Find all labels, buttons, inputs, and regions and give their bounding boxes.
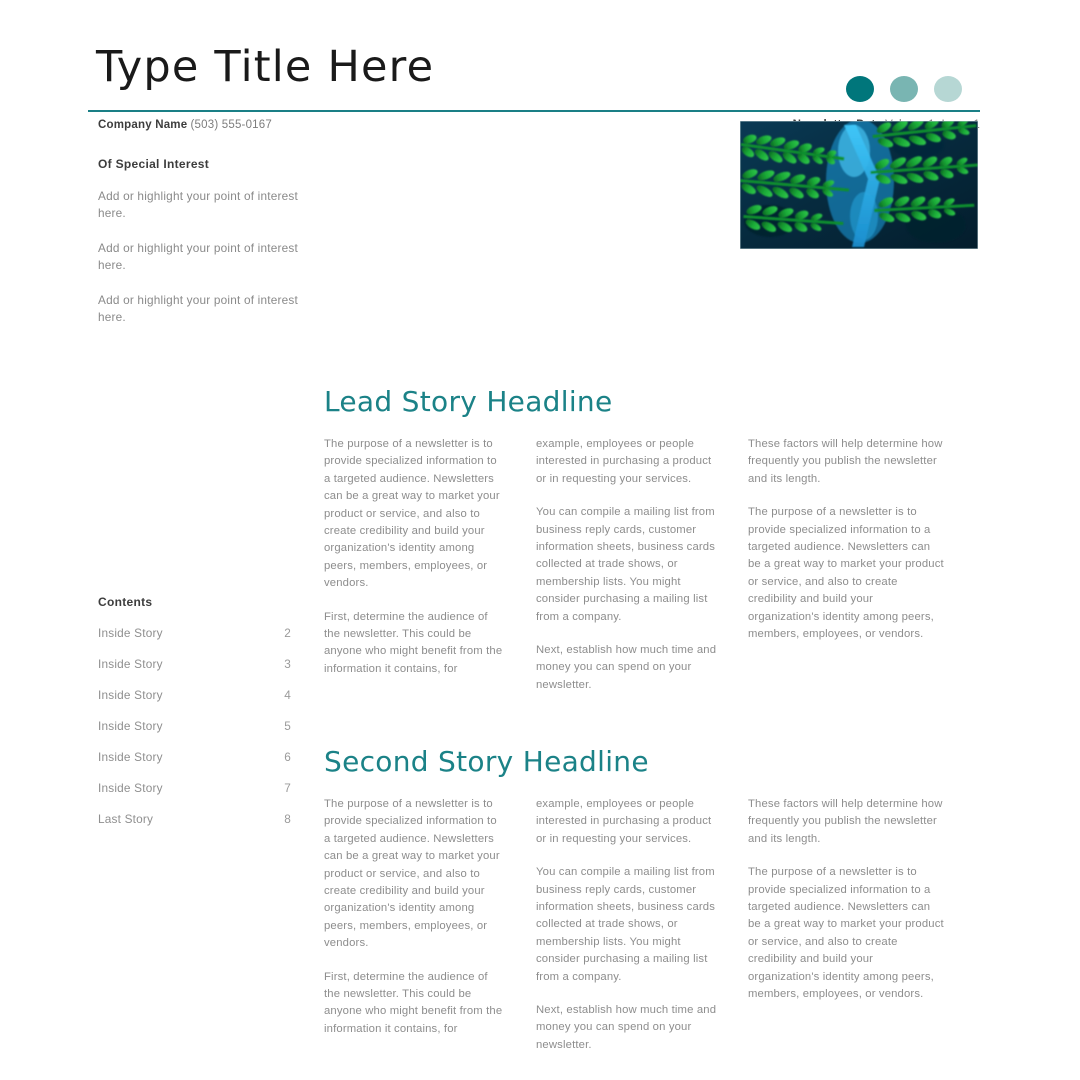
contents-label: Inside Story	[98, 657, 163, 671]
second-story-columns: The purpose of a newsletter is to provid…	[324, 796, 980, 1070]
contents-label: Inside Story	[98, 688, 163, 702]
circle-icon-medium	[890, 76, 918, 102]
special-interest-item[interactable]: Add or highlight your point of interest …	[98, 292, 303, 326]
company-name-label[interactable]: Company Name	[98, 119, 187, 131]
page-title[interactable]: Type Title Here	[96, 42, 434, 92]
story-paragraph[interactable]: First, determine the audience of the new…	[324, 969, 506, 1039]
circle-icon-dark	[846, 76, 874, 102]
decorative-dot-group	[846, 76, 962, 102]
story-paragraph[interactable]: The purpose of a newsletter is to provid…	[748, 864, 946, 1003]
story-paragraph[interactable]: example, employees or people interested …	[536, 796, 718, 848]
story-paragraph[interactable]: These factors will help determine how fr…	[748, 436, 946, 488]
fern-photo-graphic	[740, 121, 978, 249]
story-paragraph[interactable]: These factors will help determine how fr…	[748, 796, 946, 848]
lead-story-columns: The purpose of a newsletter is to provid…	[324, 436, 980, 710]
company-phone[interactable]: (503) 555-0167	[191, 119, 272, 131]
contents-panel: Contents Inside Story 2 Inside Story 3 I…	[98, 595, 303, 843]
story-paragraph[interactable]: The purpose of a newsletter is to provid…	[324, 796, 506, 953]
story-column: The purpose of a newsletter is to provid…	[324, 796, 506, 1070]
contents-page-number: 8	[284, 812, 291, 826]
story-paragraph[interactable]: example, employees or people interested …	[536, 436, 718, 488]
second-story-headline[interactable]: Second Story Headline	[324, 745, 980, 778]
story-paragraph[interactable]: Next, establish how much time and money …	[536, 642, 718, 694]
contents-label: Inside Story	[98, 719, 163, 733]
contents-row[interactable]: Inside Story 2	[98, 626, 303, 640]
contents-row[interactable]: Inside Story 5	[98, 719, 303, 733]
lead-story-headline[interactable]: Lead Story Headline	[324, 385, 980, 418]
story-column: The purpose of a newsletter is to provid…	[324, 436, 506, 710]
story-paragraph[interactable]: You can compile a mailing list from busi…	[536, 864, 718, 986]
page-body: Of Special Interest Add or highlight you…	[88, 121, 980, 1057]
story-column: These factors will help determine how fr…	[748, 436, 946, 710]
company-info: Company Name (503) 555-0167	[98, 119, 272, 131]
contents-page-number: 3	[284, 657, 291, 671]
contents-page-number: 7	[284, 781, 291, 795]
second-story: Second Story Headline The purpose of a n…	[324, 745, 980, 1070]
contents-row[interactable]: Inside Story 4	[98, 688, 303, 702]
story-paragraph[interactable]: The purpose of a newsletter is to provid…	[324, 436, 506, 593]
fern-photo[interactable]	[740, 121, 978, 249]
story-column: example, employees or people interested …	[536, 796, 718, 1070]
contents-row[interactable]: Inside Story 6	[98, 750, 303, 764]
contents-label: Last Story	[98, 812, 154, 826]
special-interest-item[interactable]: Add or highlight your point of interest …	[98, 188, 303, 222]
circle-icon-light	[934, 76, 962, 102]
contents-page-number: 4	[284, 688, 291, 702]
contents-page-number: 2	[284, 626, 291, 640]
newsletter-page: Type Title Here Company Name (503) 555-0…	[0, 0, 1080, 1080]
story-column: These factors will help determine how fr…	[748, 796, 946, 1070]
special-interest-heading: Of Special Interest	[98, 157, 210, 171]
special-interest-panel: Of Special Interest Add or highlight you…	[98, 157, 303, 344]
contents-row[interactable]: Last Story 8	[98, 812, 303, 826]
story-paragraph[interactable]: You can compile a mailing list from busi…	[536, 504, 718, 626]
contents-row[interactable]: Inside Story 7	[98, 781, 303, 795]
contents-label: Inside Story	[98, 781, 163, 795]
special-interest-item[interactable]: Add or highlight your point of interest …	[98, 240, 303, 274]
masthead: Type Title Here	[88, 42, 980, 110]
story-column: example, employees or people interested …	[536, 436, 718, 710]
contents-heading: Contents	[98, 595, 153, 609]
contents-row[interactable]: Inside Story 3	[98, 657, 303, 671]
contents-label: Inside Story	[98, 750, 163, 764]
lead-story: Lead Story Headline The purpose of a new…	[324, 385, 980, 710]
contents-page-number: 6	[284, 750, 291, 764]
story-paragraph[interactable]: First, determine the audience of the new…	[324, 609, 506, 679]
contents-label: Inside Story	[98, 626, 163, 640]
header-divider	[88, 110, 980, 112]
story-paragraph[interactable]: The purpose of a newsletter is to provid…	[748, 504, 946, 643]
contents-page-number: 5	[284, 719, 291, 733]
story-paragraph[interactable]: Next, establish how much time and money …	[536, 1002, 718, 1054]
page-content: Type Title Here Company Name (503) 555-0…	[88, 42, 980, 1057]
